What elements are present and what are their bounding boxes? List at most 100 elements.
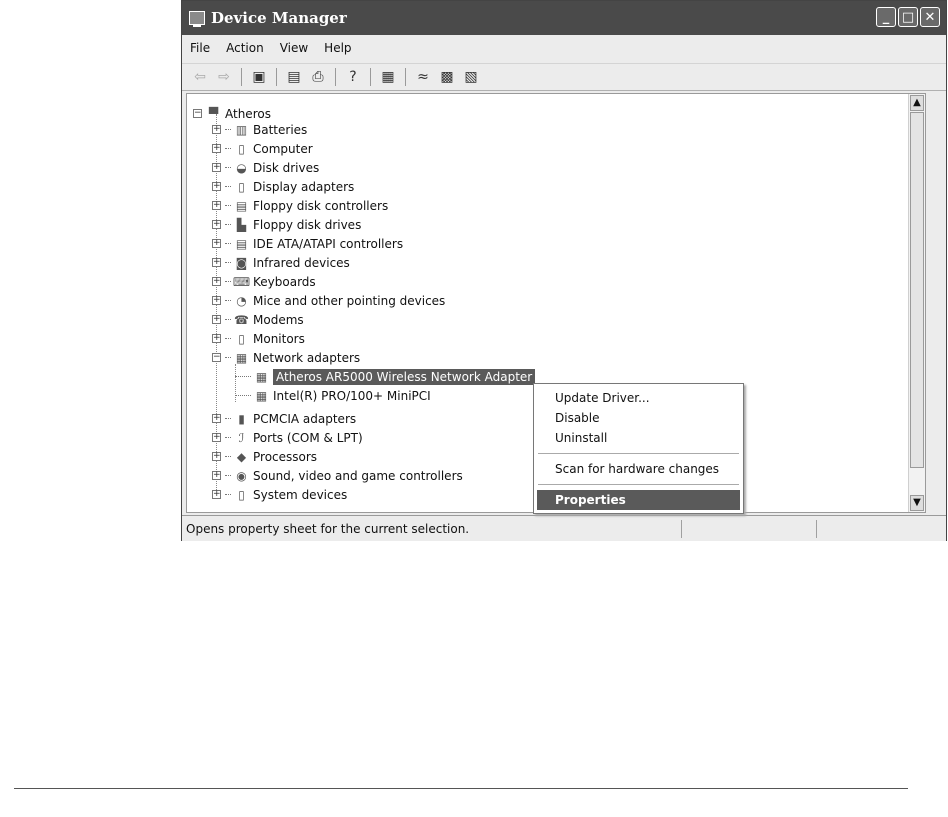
status-bar: Opens property sheet for the current sel…	[182, 515, 946, 541]
update-driver-icon[interactable]: ≈	[413, 67, 433, 87]
menu-separator	[538, 453, 739, 454]
computer-icon	[189, 11, 205, 27]
tree-item-ports[interactable]: + ℐ Ports (COM & LPT)	[212, 428, 363, 447]
minimize-button[interactable]: _	[876, 7, 896, 27]
menu-file[interactable]: File	[182, 41, 218, 55]
network-adapter-icon: ▦	[255, 388, 268, 403]
expand-icon[interactable]: +	[212, 277, 221, 286]
toolbar-divider	[405, 68, 406, 86]
modem-icon: ☎	[234, 312, 249, 327]
scroll-down-arrow-icon[interactable]: ▼	[910, 495, 924, 511]
menu-scan-hardware[interactable]: Scan for hardware changes	[537, 459, 740, 479]
controller-icon: ▤	[235, 236, 248, 251]
tree-item-processors[interactable]: + ◆ Processors	[212, 447, 317, 466]
status-pane	[681, 519, 816, 538]
page-divider	[14, 788, 908, 789]
toolbar-divider	[241, 68, 242, 86]
battery-icon: ▥	[235, 122, 248, 137]
menu-update-driver[interactable]: Update Driver...	[537, 388, 740, 408]
tree-item-batteries[interactable]: + ▥ Batteries	[212, 120, 307, 139]
expand-icon[interactable]: +	[212, 144, 221, 153]
tree-item-label: Intel(R) PRO/100+ MiniPCI	[273, 388, 431, 403]
expand-icon[interactable]: +	[212, 433, 221, 442]
expand-icon[interactable]: +	[212, 239, 221, 248]
expand-icon[interactable]: +	[212, 334, 221, 343]
computer-icon: ▯	[238, 141, 245, 156]
show-hide-tree-icon[interactable]: ▣	[249, 67, 269, 87]
expand-icon[interactable]: +	[212, 163, 221, 172]
disable-icon[interactable]: ▧	[461, 67, 481, 87]
collapse-icon[interactable]: −	[193, 109, 202, 118]
tree-item-disk-drives[interactable]: + ◒ Disk drives	[212, 158, 319, 177]
speaker-icon: ◉	[236, 468, 247, 483]
collapse-icon[interactable]: −	[212, 353, 221, 362]
scan-hardware-icon[interactable]: ▦	[378, 67, 398, 87]
tree-item-ide-controllers[interactable]: + ▤ IDE ATA/ATAPI controllers	[212, 234, 403, 253]
tree-item-label: Infrared devices	[253, 255, 350, 270]
expand-icon[interactable]: +	[212, 315, 221, 324]
menu-disable[interactable]: Disable	[537, 408, 740, 428]
tree-item-infrared[interactable]: + ◙ Infrared devices	[212, 253, 350, 272]
controller-icon: ▤	[235, 198, 248, 213]
expand-icon[interactable]: +	[212, 452, 221, 461]
menu-properties[interactable]: Properties	[537, 490, 740, 510]
menu-action[interactable]: Action	[218, 41, 272, 55]
toolbar-divider	[276, 68, 277, 86]
expand-icon[interactable]: +	[212, 182, 221, 191]
print-icon[interactable]: ⎙	[308, 67, 328, 87]
menu-help[interactable]: Help	[316, 41, 359, 55]
tree-item-atheros-adapter[interactable]: ▦ Atheros AR5000 Wireless Network Adapte…	[235, 367, 536, 386]
tree-item-keyboards[interactable]: + ⌨ Keyboards	[212, 272, 316, 291]
expand-icon[interactable]: +	[212, 296, 221, 305]
maximize-button[interactable]: □	[898, 7, 918, 27]
tree-item-modems[interactable]: + ☎ Modems	[212, 310, 304, 329]
toolbar-divider	[370, 68, 371, 86]
tree-item-monitors[interactable]: + ▯ Monitors	[212, 329, 305, 348]
tree-item-display-adapters[interactable]: + ▯ Display adapters	[212, 177, 354, 196]
menu-view[interactable]: View	[272, 41, 316, 55]
tree-item-system-devices[interactable]: + ▯ System devices	[212, 485, 347, 504]
toolbar-divider	[335, 68, 336, 86]
processor-icon: ◆	[236, 449, 247, 464]
tree-item-label: Floppy disk drives	[253, 217, 362, 232]
tree-item-floppy-drives[interactable]: + ▙ Floppy disk drives	[212, 215, 361, 234]
menu-separator	[538, 484, 739, 485]
close-button[interactable]: ✕	[920, 7, 940, 27]
vertical-scrollbar[interactable]: ▲ ▼	[908, 94, 925, 512]
expand-icon[interactable]: +	[212, 201, 221, 210]
status-text: Opens property sheet for the current sel…	[186, 521, 470, 536]
expand-icon[interactable]: +	[212, 490, 221, 499]
tree-item-label: Network adapters	[253, 350, 361, 365]
tree-item-sound[interactable]: + ◉ Sound, video and game controllers	[212, 466, 463, 485]
expand-icon[interactable]: +	[212, 125, 221, 134]
floppy-drive-icon: ▙	[236, 217, 247, 232]
tree-item-floppy-controllers[interactable]: + ▤ Floppy disk controllers	[212, 196, 388, 215]
menu-uninstall[interactable]: Uninstall	[537, 428, 740, 448]
scroll-thumb[interactable]	[910, 112, 924, 468]
tree-item-mice[interactable]: + ◔ Mice and other pointing devices	[212, 291, 445, 310]
tree-item-pcmcia[interactable]: + ▮ PCMCIA adapters	[212, 409, 356, 428]
tree-root-label: Atheros	[225, 106, 271, 121]
tree-item-label: Monitors	[253, 331, 305, 346]
keyboard-icon: ⌨	[232, 274, 251, 289]
expand-icon[interactable]: +	[212, 220, 221, 229]
disk-drive-icon: ◒	[236, 160, 247, 175]
expand-icon[interactable]: +	[212, 471, 221, 480]
expand-icon[interactable]: +	[212, 414, 221, 423]
monitor-icon: ▯	[238, 331, 245, 346]
selected-device-label: Atheros AR5000 Wireless Network Adapter	[273, 368, 536, 385]
title-bar[interactable]: Device Manager _ □ ✕	[182, 1, 946, 35]
tree-item-label: Ports (COM & LPT)	[253, 430, 363, 445]
back-icon[interactable]: ⇦	[190, 67, 210, 87]
tree-item-network-adapters[interactable]: − ▦ Network adapters	[212, 348, 360, 367]
tree-item-computer[interactable]: + ▯ Computer	[212, 139, 313, 158]
tree-item-label: Keyboards	[253, 274, 316, 289]
help-icon[interactable]: ?	[343, 67, 363, 87]
expand-icon[interactable]: +	[212, 258, 221, 267]
scroll-up-arrow-icon[interactable]: ▲	[910, 95, 924, 111]
tree-item-intel-adapter[interactable]: ▦ Intel(R) PRO/100+ MiniPCI	[235, 386, 431, 405]
uninstall-icon[interactable]: ▩	[437, 67, 457, 87]
display-adapter-icon: ▯	[238, 179, 245, 194]
properties-icon[interactable]: ▤	[284, 67, 304, 87]
forward-icon[interactable]: ⇨	[214, 67, 234, 87]
